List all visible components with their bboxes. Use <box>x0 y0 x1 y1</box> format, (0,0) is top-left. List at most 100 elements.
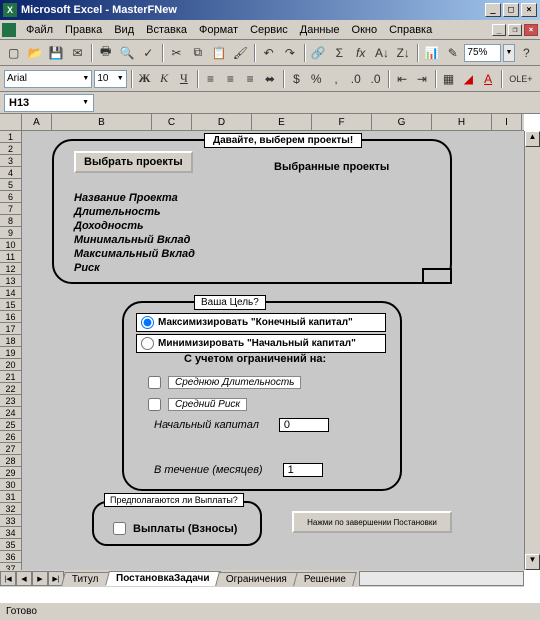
row-header[interactable]: 7 <box>0 203 22 215</box>
column-header[interactable]: D <box>192 114 252 130</box>
row-header[interactable]: 5 <box>0 179 22 191</box>
column-header[interactable]: A <box>22 114 52 130</box>
check-payments[interactable]: Выплаты (Взносы) <box>109 519 237 538</box>
horizontal-scrollbar[interactable] <box>359 571 524 586</box>
borders-icon[interactable]: ▦ <box>440 69 458 89</box>
vertical-scrollbar[interactable]: ▲ ▼ <box>524 131 540 570</box>
column-header[interactable]: E <box>252 114 312 130</box>
tab-first-icon[interactable]: |◀ <box>0 571 16 586</box>
copy-icon[interactable]: ⧉ <box>188 43 207 63</box>
tab-next-icon[interactable]: ▶ <box>32 571 48 586</box>
row-header[interactable]: 6 <box>0 191 22 203</box>
hyperlink-icon[interactable]: 🔗 <box>308 43 327 63</box>
column-header[interactable]: H <box>432 114 492 130</box>
radio-minimize-input[interactable] <box>141 337 154 350</box>
help-icon[interactable]: ? <box>517 43 536 63</box>
duration-value[interactable]: 1 <box>283 463 323 477</box>
row-header[interactable]: 3 <box>0 155 22 167</box>
menu-window[interactable]: Окно <box>346 22 384 38</box>
mail-icon[interactable]: ✉ <box>68 43 87 63</box>
row-header[interactable]: 33 <box>0 515 22 527</box>
cut-icon[interactable]: ✂ <box>167 43 186 63</box>
row-header[interactable]: 14 <box>0 287 22 299</box>
row-header[interactable]: 8 <box>0 215 22 227</box>
preview-icon[interactable]: 🔍 <box>117 43 136 63</box>
ole-button[interactable]: OLE+ <box>506 69 536 89</box>
tab-reshenie[interactable]: Решение <box>293 572 357 586</box>
row-header[interactable]: 12 <box>0 263 22 275</box>
zoom-combo[interactable]: 75% <box>464 44 501 62</box>
row-header[interactable]: 24 <box>0 407 22 419</box>
row-header[interactable]: 19 <box>0 347 22 359</box>
row-header[interactable]: 1 <box>0 131 22 143</box>
italic-icon[interactable]: К <box>155 69 173 89</box>
row-header[interactable]: 11 <box>0 251 22 263</box>
row-header[interactable]: 20 <box>0 359 22 371</box>
menu-view[interactable]: Вид <box>108 22 140 38</box>
new-icon[interactable]: ▢ <box>4 43 23 63</box>
menu-help[interactable]: Справка <box>383 22 438 38</box>
scroll-up-icon[interactable]: ▲ <box>525 131 540 147</box>
row-header[interactable]: 21 <box>0 371 22 383</box>
column-header[interactable]: C <box>152 114 192 130</box>
radio-maximize-input[interactable] <box>141 316 154 329</box>
row-header[interactable]: 32 <box>0 503 22 515</box>
open-icon[interactable]: 📂 <box>25 43 44 63</box>
capital-value[interactable]: 0 <box>279 418 329 432</box>
radio-minimize[interactable]: Минимизировать "Начальный капитал" <box>136 334 386 353</box>
row-header[interactable]: 13 <box>0 275 22 287</box>
name-box[interactable]: H13▼ <box>4 94 94 112</box>
row-header[interactable]: 27 <box>0 443 22 455</box>
sheet-canvas[interactable]: Давайте, выберем проекты! Выбрать проект… <box>22 131 524 570</box>
currency-icon[interactable]: $ <box>288 69 306 89</box>
menu-insert[interactable]: Вставка <box>140 22 193 38</box>
minimize-button[interactable]: _ <box>485 3 501 17</box>
menu-file[interactable]: Файл <box>20 22 59 38</box>
tab-titul[interactable]: Титул <box>61 572 109 586</box>
sort-asc-icon[interactable]: A↓ <box>372 43 391 63</box>
format-painter-icon[interactable]: 🖌 <box>231 43 250 63</box>
check-duration[interactable]: Среднюю Длительность <box>144 373 301 392</box>
row-header[interactable]: 35 <box>0 539 22 551</box>
row-header[interactable]: 34 <box>0 527 22 539</box>
close-button[interactable]: × <box>521 3 537 17</box>
font-combo[interactable]: Arial▼ <box>4 70 92 88</box>
select-all-corner[interactable] <box>0 114 22 131</box>
maximize-button[interactable]: □ <box>503 3 519 17</box>
row-header[interactable]: 18 <box>0 335 22 347</box>
font-color-icon[interactable]: A <box>479 69 497 89</box>
row-header[interactable]: 26 <box>0 431 22 443</box>
doc-minimize-button[interactable]: _ <box>492 24 506 36</box>
undo-icon[interactable]: ↶ <box>259 43 278 63</box>
autosum-icon[interactable]: Σ <box>330 43 349 63</box>
check-risk-input[interactable] <box>148 398 161 411</box>
finish-button[interactable]: Нажми по завершении Постановки <box>292 511 452 533</box>
underline-icon[interactable]: Ч <box>175 69 193 89</box>
bold-icon[interactable]: Ж <box>136 69 154 89</box>
row-header[interactable]: 28 <box>0 455 22 467</box>
row-header[interactable]: 2 <box>0 143 22 155</box>
row-header[interactable]: 10 <box>0 239 22 251</box>
doc-restore-button[interactable]: ❐ <box>508 24 522 36</box>
select-projects-button[interactable]: Выбрать проекты <box>74 151 193 173</box>
row-header[interactable]: 4 <box>0 167 22 179</box>
column-header[interactable]: F <box>312 114 372 130</box>
comma-icon[interactable]: , <box>327 69 345 89</box>
dec-indent-icon[interactable]: ⇤ <box>393 69 411 89</box>
redo-icon[interactable]: ↷ <box>280 43 299 63</box>
row-header[interactable]: 36 <box>0 551 22 563</box>
row-header[interactable]: 23 <box>0 395 22 407</box>
align-center-icon[interactable]: ≡ <box>221 69 239 89</box>
percent-icon[interactable]: % <box>307 69 325 89</box>
row-header[interactable]: 29 <box>0 467 22 479</box>
menu-format[interactable]: Формат <box>193 22 244 38</box>
menu-tools[interactable]: Сервис <box>244 22 294 38</box>
column-header[interactable]: I <box>492 114 522 130</box>
doc-close-button[interactable]: × <box>524 24 538 36</box>
align-right-icon[interactable]: ≡ <box>241 69 259 89</box>
menu-data[interactable]: Данные <box>294 22 346 38</box>
tab-postanovka[interactable]: ПостановкаЗадачи <box>105 571 221 586</box>
print-icon[interactable]: 🖶 <box>96 43 115 63</box>
save-icon[interactable]: 💾 <box>47 43 66 63</box>
column-header[interactable]: B <box>52 114 152 130</box>
